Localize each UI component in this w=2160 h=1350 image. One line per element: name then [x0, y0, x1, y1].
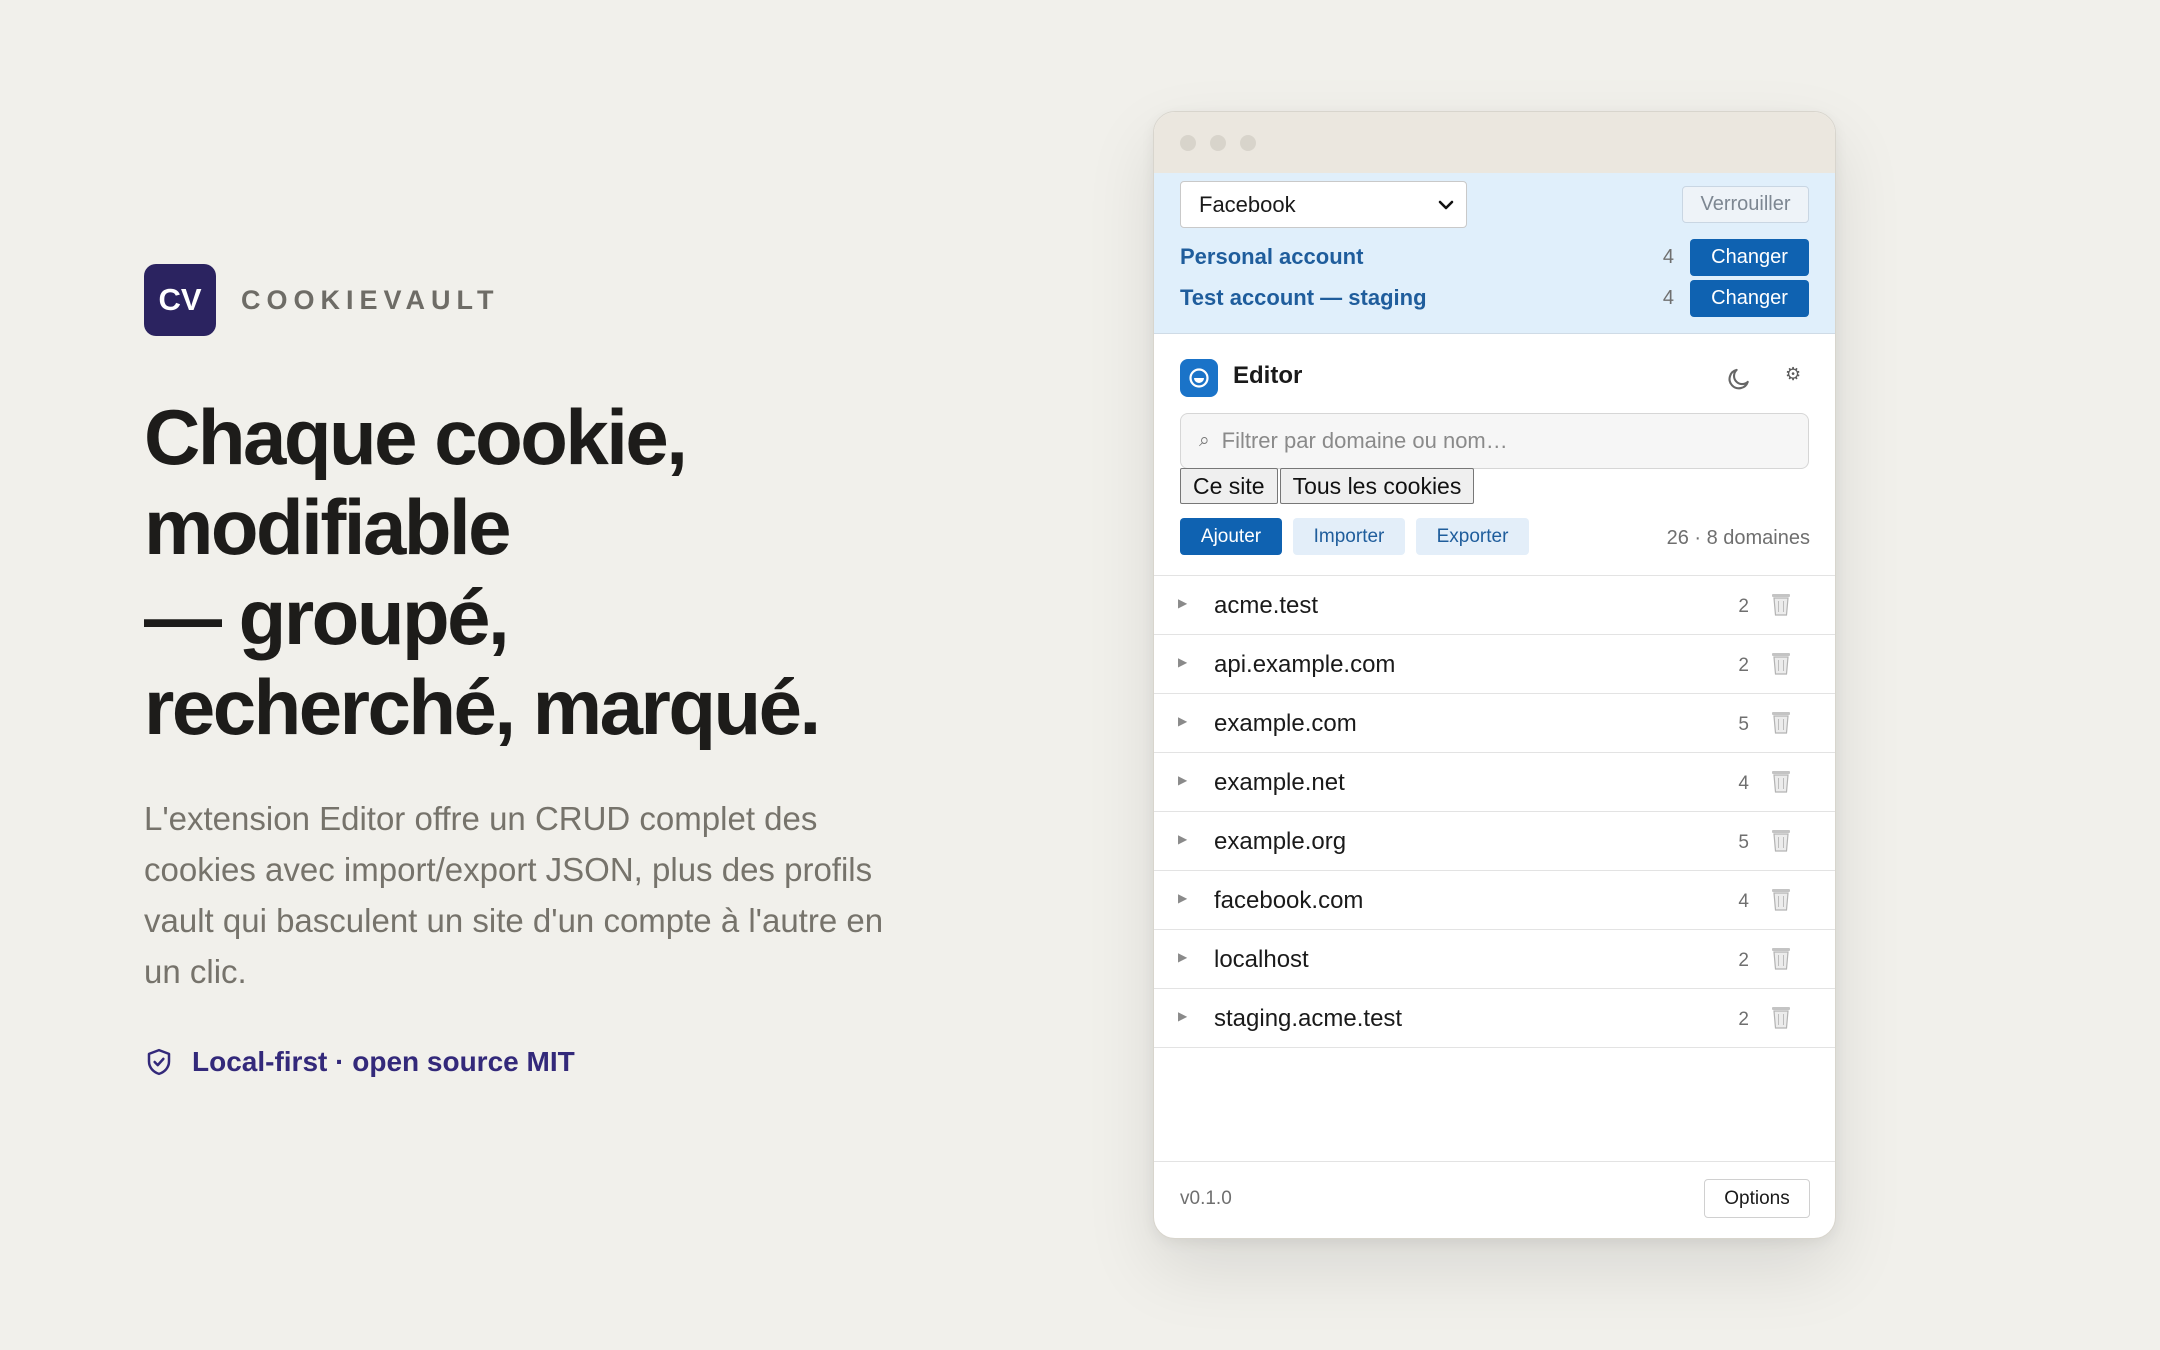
- expand-caret-icon[interactable]: ▶: [1178, 950, 1187, 964]
- trash-icon[interactable]: [1770, 945, 1792, 971]
- switch-profile-button[interactable]: Changer: [1690, 279, 1809, 317]
- domain-row[interactable]: ▶ example.com 5: [1154, 694, 1835, 753]
- description: L'extension Editor offre un CRUD complet…: [144, 800, 884, 990]
- domain-row[interactable]: ▶ facebook.com 4: [1154, 871, 1835, 930]
- options-button[interactable]: Options: [1704, 1179, 1810, 1218]
- domain-cookie-count: 4: [1738, 891, 1749, 912]
- domain-name: example.org: [1214, 828, 1347, 855]
- vault-panel: Facebook Verrouiller Personal account 4 …: [1154, 173, 1835, 334]
- gear-icon[interactable]: ⚙: [1785, 364, 1801, 385]
- site-select-value: Facebook: [1199, 192, 1296, 217]
- switch-profile-button[interactable]: Changer: [1690, 238, 1809, 276]
- headline-line: recherché, marqué.: [144, 663, 821, 751]
- domain-name: example.com: [1214, 710, 1357, 737]
- domain-cookie-count: 2: [1738, 655, 1749, 676]
- domain-row[interactable]: ▶ api.example.com 2: [1154, 635, 1835, 694]
- domain-cookie-count: 2: [1738, 950, 1749, 971]
- moon-icon[interactable]: [1725, 365, 1753, 393]
- scope-tabs: Ce site Tous les cookies: [1180, 468, 1475, 504]
- trash-icon[interactable]: [1770, 650, 1792, 676]
- cookie-summary: 26 · 8 domaines: [1666, 527, 1810, 549]
- window-titlebar: [1154, 112, 1835, 173]
- chevron-down-icon: [1438, 200, 1454, 210]
- trash-icon[interactable]: [1770, 1004, 1792, 1030]
- headline: Chaque cookie, modifiable — groupé, rech…: [144, 392, 964, 752]
- domain-row[interactable]: ▶ example.org 5: [1154, 812, 1835, 871]
- profile-row: Personal account 4 Changer: [1180, 238, 1809, 276]
- popup-footer: v0.1.0 Options: [1154, 1161, 1835, 1230]
- trash-icon[interactable]: [1770, 709, 1792, 735]
- profile-name[interactable]: Test account — staging: [1180, 285, 1663, 311]
- trash-icon[interactable]: [1770, 591, 1792, 617]
- domain-name: api.example.com: [1214, 651, 1396, 678]
- trash-icon[interactable]: [1770, 827, 1792, 853]
- site-select[interactable]: Facebook: [1180, 181, 1467, 228]
- domain-cookie-count: 2: [1738, 596, 1749, 617]
- brand: CV COOKIEVAULT: [144, 264, 500, 336]
- editor-app-icon: [1180, 359, 1218, 397]
- brand-logo: CV: [144, 264, 216, 336]
- action-bar: Ajouter Importer Exporter: [1180, 518, 1540, 555]
- tagline: Local-first · open source MIT: [144, 1046, 575, 1078]
- window-maximize-dot[interactable]: [1240, 135, 1256, 151]
- domain-row[interactable]: ▶ staging.acme.test 2: [1154, 989, 1835, 1048]
- editor-title: Editor: [1233, 362, 1303, 389]
- headline-line: — groupé,: [144, 573, 510, 661]
- domain-name: acme.test: [1214, 592, 1319, 619]
- version-label: v0.1.0: [1180, 1188, 1232, 1209]
- brand-name: COOKIEVAULT: [241, 284, 500, 315]
- domain-row[interactable]: ▶ acme.test 2: [1154, 576, 1835, 635]
- search-icon: ⌕: [1199, 430, 1210, 451]
- lock-button[interactable]: Verrouiller: [1682, 186, 1809, 223]
- domain-name: facebook.com: [1214, 887, 1364, 914]
- domain-cookie-count: 5: [1738, 714, 1749, 735]
- expand-caret-icon[interactable]: ▶: [1178, 714, 1187, 728]
- shield-check-icon: [147, 1048, 171, 1076]
- expand-caret-icon[interactable]: ▶: [1178, 655, 1187, 669]
- domain-row[interactable]: ▶ example.net 4: [1154, 753, 1835, 812]
- domain-name: example.net: [1214, 769, 1345, 796]
- domain-list: ▶ acme.test 2 ▶ api.example.com 2 ▶ exam…: [1154, 575, 1835, 1048]
- trash-icon[interactable]: [1770, 768, 1792, 794]
- domain-name: staging.acme.test: [1214, 1005, 1403, 1032]
- tab-all-cookies[interactable]: Tous les cookies: [1279, 468, 1475, 504]
- cookie-icon: [1189, 368, 1209, 388]
- export-button[interactable]: Exporter: [1416, 518, 1529, 555]
- import-button[interactable]: Importer: [1293, 518, 1405, 555]
- expand-caret-icon[interactable]: ▶: [1178, 596, 1187, 610]
- profile-cookie-count: 4: [1662, 286, 1674, 309]
- trash-icon[interactable]: [1770, 886, 1792, 912]
- window-close-dot[interactable]: [1180, 135, 1196, 151]
- profile-cookie-count: 4: [1662, 245, 1674, 268]
- headline-line: Chaque cookie,: [144, 393, 688, 481]
- expand-caret-icon[interactable]: ▶: [1178, 891, 1187, 905]
- editor-header: Editor ⚙: [1154, 334, 1835, 416]
- domain-row[interactable]: ▶ localhost 2: [1154, 930, 1835, 989]
- search-box: ⌕: [1180, 413, 1809, 469]
- window-minimize-dot[interactable]: [1210, 135, 1226, 151]
- tab-this-site[interactable]: Ce site: [1180, 468, 1278, 504]
- search-input[interactable]: [1219, 427, 1784, 455]
- domain-cookie-count: 4: [1738, 773, 1749, 794]
- add-button[interactable]: Ajouter: [1180, 518, 1282, 555]
- profile-name[interactable]: Personal account: [1180, 244, 1663, 270]
- expand-caret-icon[interactable]: ▶: [1178, 773, 1187, 787]
- expand-caret-icon[interactable]: ▶: [1178, 1009, 1187, 1023]
- domain-cookie-count: 5: [1738, 832, 1749, 853]
- tagline-text: Local-first · open source MIT: [192, 1046, 575, 1077]
- extension-popup-window: Facebook Verrouiller Personal account 4 …: [1153, 111, 1836, 1239]
- domain-cookie-count: 2: [1738, 1009, 1749, 1030]
- expand-caret-icon[interactable]: ▶: [1178, 832, 1187, 846]
- domain-name: localhost: [1214, 946, 1309, 973]
- headline-line: modifiable: [144, 483, 512, 571]
- profile-row: Test account — staging 4 Changer: [1180, 279, 1809, 317]
